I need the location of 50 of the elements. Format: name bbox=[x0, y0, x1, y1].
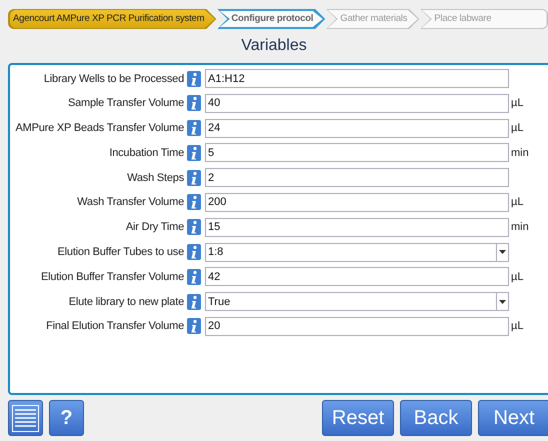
wizard-step[interactable]: Configure protocol bbox=[217, 9, 326, 29]
caret-icon bbox=[499, 300, 506, 304]
input-field[interactable]: 5 bbox=[205, 143, 509, 162]
field-label: Elute library to new plate bbox=[68, 296, 184, 308]
field-label: Elution Buffer Transfer Volume bbox=[40, 270, 184, 283]
info-icon[interactable] bbox=[187, 219, 201, 236]
field-label: Wash Transfer Volume bbox=[76, 196, 184, 208]
info-icon[interactable] bbox=[187, 120, 201, 136]
field-label: Sample Transfer Volume bbox=[66, 97, 184, 110]
info-icon[interactable] bbox=[187, 144, 201, 161]
list-icon bbox=[12, 404, 39, 432]
field-label: Incubation Time bbox=[108, 146, 184, 159]
input-field[interactable]: 15 bbox=[205, 218, 509, 237]
field-label: Library Wells to be Processed bbox=[42, 72, 184, 84]
field-label: AMPure XP Beads Transfer Volume bbox=[14, 122, 184, 134]
input-field[interactable]: 20 bbox=[205, 316, 509, 336]
info-icon[interactable] bbox=[187, 194, 201, 210]
input-field[interactable]: 40 bbox=[205, 94, 509, 113]
field-label: Final Elution Transfer Volume bbox=[45, 320, 184, 332]
dropdown[interactable]: 1:8 bbox=[205, 242, 509, 262]
input-field[interactable]: 24 bbox=[205, 118, 509, 138]
field-label: Elution Buffer Tubes to use bbox=[56, 246, 184, 258]
reset-button[interactable]: Reset bbox=[322, 400, 394, 436]
field-label: Wash Steps bbox=[126, 172, 184, 184]
unit-label: µL bbox=[511, 270, 524, 283]
wizard-step[interactable]: Agencourt AMPure XP PCR Purification system bbox=[8, 9, 216, 29]
info-icon[interactable] bbox=[187, 70, 201, 86]
info-icon[interactable] bbox=[187, 294, 201, 310]
input-field[interactable]: 200 bbox=[205, 192, 509, 212]
info-icon[interactable] bbox=[187, 170, 201, 186]
unit-label: min bbox=[511, 146, 529, 159]
input-field[interactable]: 42 bbox=[205, 267, 509, 286]
section-title: Variables bbox=[241, 37, 307, 55]
input-field[interactable]: 2 bbox=[205, 168, 509, 188]
input-field[interactable]: A1:H12 bbox=[205, 69, 509, 88]
list-button[interactable] bbox=[8, 400, 43, 436]
info-icon[interactable] bbox=[187, 244, 201, 260]
unit-label: µL bbox=[511, 97, 524, 110]
next-button[interactable]: Next bbox=[478, 400, 548, 436]
caret-icon bbox=[499, 250, 506, 254]
info-icon[interactable] bbox=[187, 268, 201, 285]
unit-label: µL bbox=[511, 122, 524, 134]
unit-label: min bbox=[511, 221, 529, 234]
dropdown[interactable]: True bbox=[205, 292, 509, 312]
field-label: Air Dry Time bbox=[124, 221, 184, 234]
info-icon[interactable] bbox=[187, 95, 201, 112]
back-button[interactable]: Back bbox=[400, 400, 472, 436]
unit-label: µL bbox=[511, 196, 524, 208]
unit-label: µL bbox=[511, 320, 524, 332]
info-icon[interactable] bbox=[187, 318, 201, 334]
